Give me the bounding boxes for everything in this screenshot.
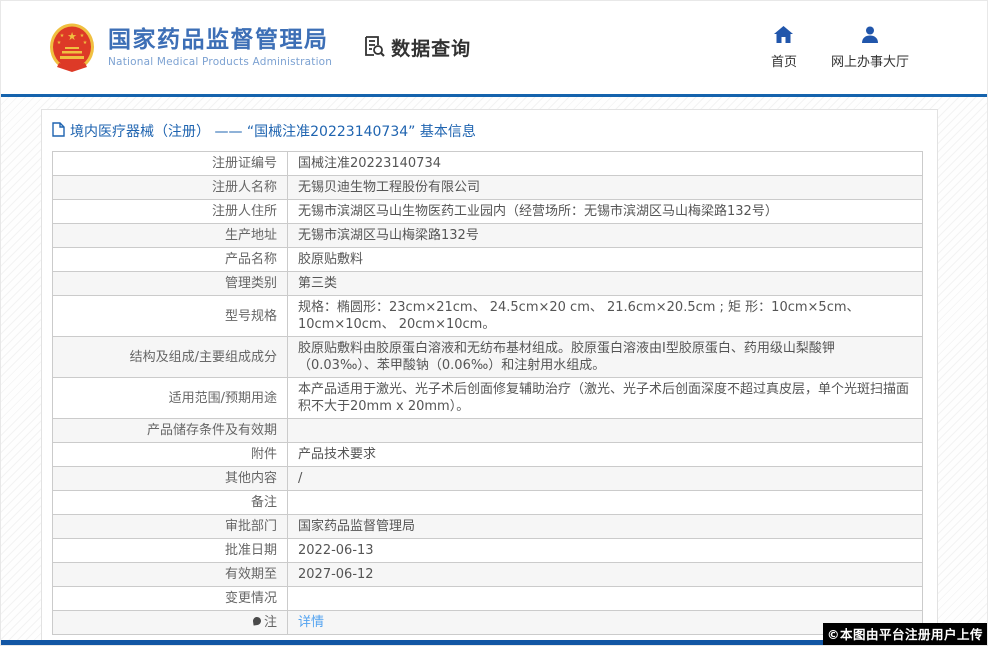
row-label: 审批部门 (53, 515, 288, 539)
table-row: 注册人住所 无锡市滨湖区马山生物医药工业园内（经营场所：无锡市滨湖区马山梅梁路1… (53, 200, 923, 224)
row-label: 管理类别 (53, 272, 288, 296)
row-label: 结构及组成/主要组成成分 (53, 337, 288, 378)
row-value: 国械注准20223140734 (288, 152, 923, 176)
row-value: 无锡贝迪生物工程股份有限公司 (288, 176, 923, 200)
row-value: 产品技术要求 (288, 443, 923, 467)
national-emblem-icon: ★ ★ ★ ★ ★ (49, 23, 95, 73)
table-row: 批准日期 2022-06-13 (53, 539, 923, 563)
main-area: 境内医疗器械（注册） —— “国械注准20223140734” 基本信息 注册证… (1, 97, 987, 642)
site-header: ★ ★ ★ ★ ★ 国家药品监督管理局 National Medical Pro… (1, 1, 987, 94)
row-value: 规格：椭圆形：23cm×21cm、 24.5cm×20 cm、 21.6cm×2… (288, 296, 923, 337)
row-value (288, 491, 923, 515)
row-value (288, 419, 923, 443)
row-label: 附件 (53, 443, 288, 467)
row-label: 注 (53, 611, 288, 635)
pin-icon (252, 616, 261, 625)
table-row: 附件 产品技术要求 (53, 443, 923, 467)
row-label: 型号规格 (53, 296, 288, 337)
table-row: 结构及组成/主要组成成分 胶原贴敷料由胶原蛋白溶液和无纺布基材组成。胶原蛋白溶液… (53, 337, 923, 378)
row-label: 产品储存条件及有效期 (53, 419, 288, 443)
row-value (288, 587, 923, 611)
svg-text:★: ★ (57, 40, 62, 46)
table-row: 有效期至 2027-06-12 (53, 563, 923, 587)
info-table: 注册证编号 国械注准20223140734 注册人名称 无锡贝迪生物工程股份有限… (52, 151, 923, 635)
table-row: 生产地址 无锡市滨湖区马山梅梁路132号 (53, 224, 923, 248)
row-label: 产品名称 (53, 248, 288, 272)
top-nav: 首页 网上办事大厅 (771, 26, 909, 70)
table-row: 管理类别 第三类 (53, 272, 923, 296)
row-value: 无锡市滨湖区马山生物医药工业园内（经营场所：无锡市滨湖区马山梅梁路132号） (288, 200, 923, 224)
document-icon (52, 122, 65, 141)
nmpa-logo[interactable]: ★ ★ ★ ★ ★ 国家药品监督管理局 National Medical Pro… (49, 23, 332, 73)
row-label: 其他内容 (53, 467, 288, 491)
nav-home[interactable]: 首页 (771, 26, 797, 70)
detail-link[interactable]: 详情 (298, 615, 324, 630)
table-row: 注册证编号 国械注准20223140734 (53, 152, 923, 176)
breadcrumb-text: 境内医疗器械（注册） —— “国械注准20223140734” 基本信息 (70, 121, 476, 141)
row-label: 生产地址 (53, 224, 288, 248)
row-value: 2027-06-12 (288, 563, 923, 587)
table-row: 注 详情 (53, 611, 923, 635)
org-name-en: National Medical Products Administration (108, 56, 332, 68)
row-label: 批准日期 (53, 539, 288, 563)
svg-text:★: ★ (83, 40, 88, 46)
row-value: / (288, 467, 923, 491)
row-value: 胶原贴敷料由胶原蛋白溶液和无纺布基材组成。胶原蛋白溶液由I型胶原蛋白、药用级山梨… (288, 337, 923, 378)
row-value: 2022-06-13 (288, 539, 923, 563)
row-label: 有效期至 (53, 563, 288, 587)
table-row: 型号规格 规格：椭圆形：23cm×21cm、 24.5cm×20 cm、 21.… (53, 296, 923, 337)
page: ★ ★ ★ ★ ★ 国家药品监督管理局 National Medical Pro… (0, 0, 988, 646)
table-row: 审批部门 国家药品监督管理局 (53, 515, 923, 539)
breadcrumb: 境内医疗器械（注册） —— “国械注准20223140734” 基本信息 (52, 110, 923, 151)
row-label: 注册人名称 (53, 176, 288, 200)
doc-search-icon (362, 34, 391, 62)
home-icon (774, 26, 793, 47)
data-query-nav[interactable]: 数据查询 (362, 34, 471, 62)
table-row: 产品名称 胶原贴敷料 (53, 248, 923, 272)
note-label: 注 (264, 615, 277, 630)
svg-text:★: ★ (80, 33, 85, 39)
row-value: 第三类 (288, 272, 923, 296)
row-value: 国家药品监督管理局 (288, 515, 923, 539)
table-row: 适用范围/预期用途 本产品适用于激光、光子术后创面修复辅助治疗（激光、光子术后创… (53, 378, 923, 419)
watermark: ©本图由平台注册用户上传 (823, 623, 987, 645)
nav-service-hall[interactable]: 网上办事大厅 (831, 26, 909, 70)
row-label: 适用范围/预期用途 (53, 378, 288, 419)
row-label: 注册证编号 (53, 152, 288, 176)
user-icon (861, 26, 879, 47)
svg-text:★: ★ (60, 33, 65, 39)
svg-text:★: ★ (67, 30, 77, 43)
detail-panel: 境内医疗器械（注册） —— “国械注准20223140734” 基本信息 注册证… (41, 109, 938, 646)
nav-home-label: 首页 (771, 51, 797, 70)
row-value: 无锡市滨湖区马山梅梁路132号 (288, 224, 923, 248)
row-value: 胶原贴敷料 (288, 248, 923, 272)
row-label: 注册人住所 (53, 200, 288, 224)
row-label: 变更情况 (53, 587, 288, 611)
table-row: 注册人名称 无锡贝迪生物工程股份有限公司 (53, 176, 923, 200)
nav-service-hall-label: 网上办事大厅 (831, 51, 909, 70)
row-value: 本产品适用于激光、光子术后创面修复辅助治疗（激光、光子术后创面深度不超过真皮层，… (288, 378, 923, 419)
table-row: 备注 (53, 491, 923, 515)
table-row: 变更情况 (53, 587, 923, 611)
row-label: 备注 (53, 491, 288, 515)
table-row: 产品储存条件及有效期 (53, 419, 923, 443)
org-name-cn: 国家药品监督管理局 (108, 27, 332, 53)
table-row: 其他内容 / (53, 467, 923, 491)
data-query-label: 数据查询 (391, 34, 471, 61)
